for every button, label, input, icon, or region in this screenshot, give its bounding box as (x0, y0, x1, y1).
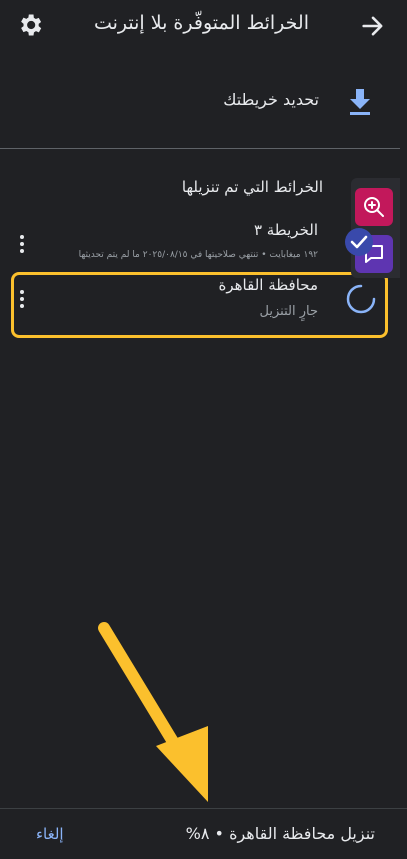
more-options-icon[interactable] (18, 235, 26, 257)
update-map-button[interactable]: تحديد خريطتك (223, 90, 319, 109)
download-progress-text: تنزيل محافظة القاهرة • ٨% (185, 824, 375, 843)
page-title: الخرائط المتوفّرة بلا إنترنت (93, 12, 309, 34)
arrow-right-icon[interactable] (359, 12, 387, 40)
map-item-title-cairo[interactable]: محافظة القاهرة (218, 276, 318, 294)
map-item-title[interactable]: الخريطة ٣ (254, 221, 318, 239)
loading-spinner-icon (345, 283, 377, 315)
highlight-frame (11, 272, 388, 338)
zoom-in-button[interactable] (355, 188, 393, 226)
more-options-icon[interactable] (18, 290, 26, 312)
section-title: الخرائط التي تم تنزيلها (181, 178, 323, 196)
gear-icon[interactable] (16, 11, 44, 39)
download-status-text: جارٍ التنزيل (259, 304, 318, 319)
pointer-arrow-icon (90, 620, 230, 810)
cancel-button[interactable]: إلغاء (36, 825, 64, 843)
map-item-subtitle: ١٩٢ ميغابايت • تنتهي صلاحيتها في ٢٠٢٥/٠٨… (78, 250, 318, 260)
check-icon (345, 228, 373, 256)
divider (0, 148, 400, 149)
download-icon[interactable] (347, 87, 373, 117)
